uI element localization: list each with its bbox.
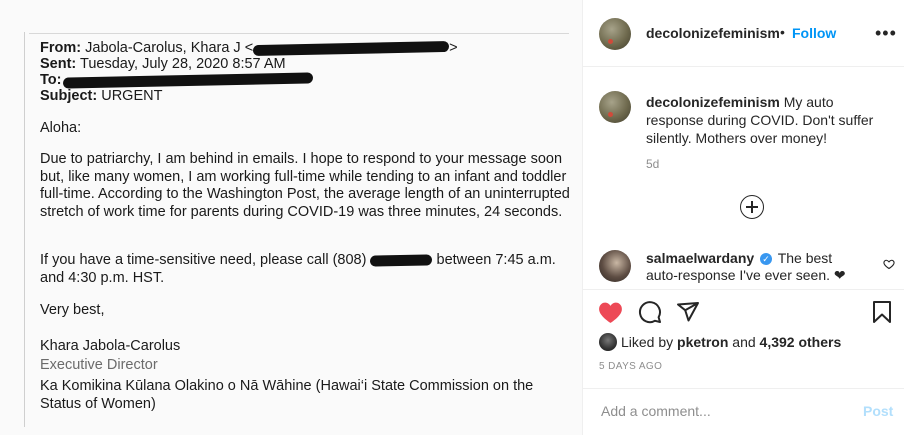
caption-age: 5d xyxy=(646,157,660,171)
subject-label: Subject: xyxy=(40,88,98,104)
post-sidebar: decolonizefeminism • Follow ••• decoloni… xyxy=(582,0,904,435)
follow-button[interactable]: Follow xyxy=(792,25,836,41)
liker-avatar[interactable] xyxy=(599,333,617,351)
post-date: 5 DAYS AGO xyxy=(599,361,663,372)
add-comment-divider xyxy=(583,388,904,389)
to-label: To: xyxy=(40,72,62,88)
post-image: From: Jabola-Carolus, Khara J < > Sent: T… xyxy=(0,0,582,435)
comment-username[interactable]: salmaelwardany xyxy=(646,250,754,266)
post-header: decolonizefeminism • Follow ••• xyxy=(583,0,904,67)
liked-others-link[interactable]: 4,392 others xyxy=(760,334,842,350)
email-signoff: Very best, xyxy=(40,302,105,318)
post-caption: decolonizefeminism My auto response duri… xyxy=(646,93,886,147)
comment-like-icon[interactable] xyxy=(883,258,895,270)
redacted-email xyxy=(253,40,450,56)
from-label: From: xyxy=(40,40,82,56)
author-avatar[interactable] xyxy=(599,18,631,50)
email-sent-line: Sent: Tuesday, July 28, 2020 8:57 AM xyxy=(40,56,286,73)
post-comment-button[interactable]: Post xyxy=(863,403,893,419)
save-bookmark-icon[interactable] xyxy=(872,300,892,324)
email-paragraph-1: Due to patriarchy, I am behind in emails… xyxy=(40,151,570,220)
subject-value: URGENT xyxy=(101,88,163,104)
commenter-avatar[interactable] xyxy=(599,250,631,282)
like-heart-icon[interactable] xyxy=(598,301,623,324)
from-value: Jabola-Carolus, Khara J < xyxy=(85,40,254,56)
email-subject-line: Subject: URGENT xyxy=(40,88,162,105)
email-from-line: From: Jabola-Carolus, Khara J < > xyxy=(40,40,458,57)
author-username[interactable]: decolonizefeminism xyxy=(646,25,780,41)
add-comment-input[interactable] xyxy=(599,402,843,420)
phone-text: If you have a time-sensitive need, pleas… xyxy=(40,252,367,268)
signature-organization: Ka Komikina Kūlana Olakino o Nā Wāhine (… xyxy=(40,378,534,412)
actions-divider xyxy=(583,289,904,290)
email-paragraph-2: If you have a time-sensitive need, pleas… xyxy=(40,252,570,287)
comment-item: salmaelwardany ✓ The best auto-response … xyxy=(646,250,866,284)
load-more-comments-icon[interactable] xyxy=(740,195,764,219)
avatar-detail xyxy=(608,112,613,117)
caption-username[interactable]: decolonizefeminism xyxy=(646,94,780,110)
liked-by-user[interactable]: pketron xyxy=(677,334,728,350)
verified-badge-icon: ✓ xyxy=(760,253,773,265)
email-divider xyxy=(29,33,569,34)
liked-and: and xyxy=(732,334,756,350)
comment-icon[interactable] xyxy=(638,300,662,324)
redacted-phone xyxy=(370,254,433,267)
sent-label: Sent: xyxy=(40,56,77,72)
header-separator: • xyxy=(780,24,785,40)
liked-prefix: Liked by xyxy=(621,334,674,350)
redacted-recipient xyxy=(63,72,314,89)
from-tail: > xyxy=(449,40,458,56)
share-paper-plane-icon[interactable] xyxy=(676,300,700,324)
signature-title: Executive Director xyxy=(40,357,158,373)
email-greeting: Aloha: xyxy=(40,120,82,136)
likes-summary: Liked by pketron and 4,392 others xyxy=(621,334,841,350)
avatar-detail xyxy=(608,39,613,44)
sent-value: Tuesday, July 28, 2020 8:57 AM xyxy=(80,56,286,72)
signature-name: Khara Jabola-Carolus xyxy=(40,338,181,354)
caption-avatar[interactable] xyxy=(599,91,631,123)
email-to-line: To: xyxy=(40,72,314,89)
more-horizontal-icon[interactable]: ••• xyxy=(875,23,897,44)
